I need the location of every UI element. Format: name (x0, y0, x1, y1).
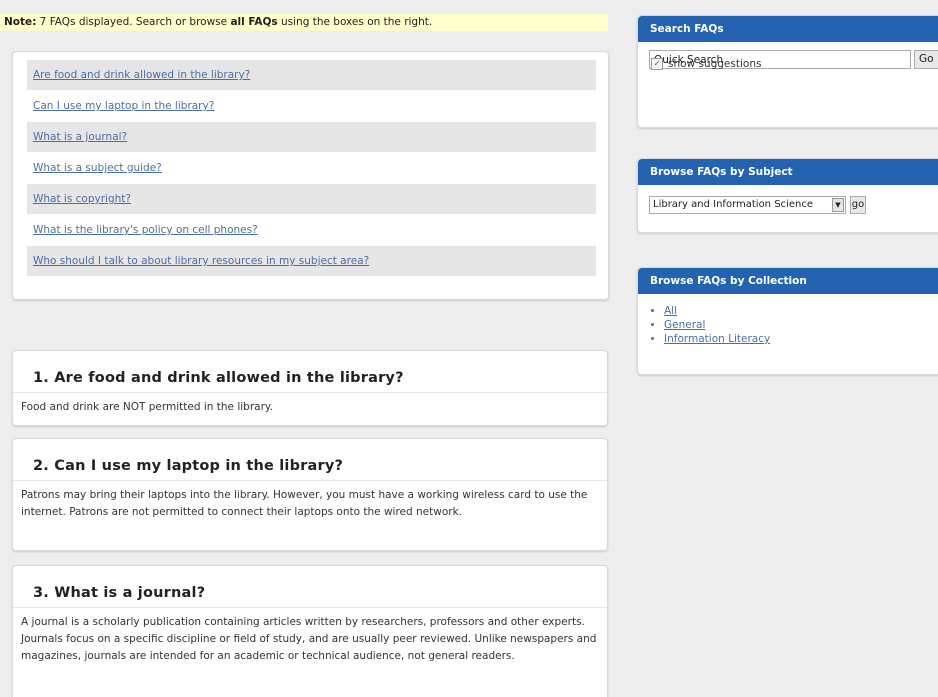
note-label: Note: (4, 16, 37, 28)
list-item: General (664, 318, 938, 332)
list-item: Are food and drink allowed in the librar… (27, 60, 596, 91)
box-header: Search FAQs (638, 16, 938, 42)
box-header: Browse FAQs by Collection (638, 268, 938, 294)
list-item: What is a journal? (27, 122, 596, 153)
checkbox-icon[interactable]: ✓ (651, 58, 663, 70)
faq-link[interactable]: What is a journal? (33, 131, 127, 143)
answer-card: 3. What is a journal? A journal is a sch… (12, 565, 608, 697)
collection-link[interactable]: General (664, 319, 705, 331)
answer-body: Food and drink are NOT permitted in the … (21, 401, 273, 413)
search-faqs-box: Search FAQs Go ✓ show suggestions (637, 15, 938, 128)
collection-link[interactable]: Information Literacy (664, 333, 770, 345)
faq-link[interactable]: Are food and drink allowed in the librar… (33, 69, 250, 81)
box-header: Browse FAQs by Subject (638, 159, 938, 185)
note-text: 7 FAQs displayed. Search or browse (36, 16, 231, 28)
subject-select[interactable]: Library and Information Science ▼ (649, 196, 846, 214)
answer-body: Patrons may bring their laptops into the… (21, 489, 588, 518)
answer-title: 2. Can I use my laptop in the library? (13, 439, 607, 481)
chevron-down-icon[interactable]: ▼ (832, 198, 844, 212)
faq-link[interactable]: Who should I talk to about library resou… (33, 255, 369, 267)
list-item: What is the library's policy on cell pho… (27, 215, 596, 246)
answer-title: 3. What is a journal? (13, 566, 607, 608)
suggestions-label: show suggestions (668, 58, 762, 70)
faq-link-list: Are food and drink allowed in the librar… (12, 51, 609, 300)
list-item: Can I use my laptop in the library? (27, 91, 596, 122)
faq-link[interactable]: What is the library's policy on cell pho… (33, 224, 258, 236)
subject-select-value: Library and Information Science (653, 199, 813, 210)
answer-card: 2. Can I use my laptop in the library? P… (12, 438, 608, 551)
list-item: What is copyright? (27, 184, 596, 215)
list-item: All (664, 304, 938, 318)
browse-collection-box: Browse FAQs by Collection All General In… (637, 267, 938, 375)
note-text-end: using the boxes on the right. (277, 16, 433, 28)
list-item: Information Literacy (664, 332, 938, 346)
answer-card: 1. Are food and drink allowed in the lib… (12, 350, 608, 426)
note-banner: Note: 7 FAQs displayed. Search or browse… (0, 14, 608, 31)
answer-body: A journal is a scholarly publication con… (21, 616, 597, 662)
list-item: Who should I talk to about library resou… (27, 246, 596, 277)
faq-link[interactable]: Can I use my laptop in the library? (33, 100, 214, 112)
subject-go-button[interactable]: go (850, 196, 866, 214)
note-bold: all FAQs (230, 16, 278, 28)
suggestions-toggle[interactable]: ✓ show suggestions (651, 58, 761, 70)
search-go-button[interactable]: Go (914, 50, 938, 69)
browse-subject-box: Browse FAQs by Subject Library and Infor… (637, 158, 938, 233)
faq-link[interactable]: What is copyright? (33, 193, 131, 205)
answer-title: 1. Are food and drink allowed in the lib… (13, 351, 607, 393)
list-item: What is a subject guide? (27, 153, 596, 184)
faq-link[interactable]: What is a subject guide? (33, 162, 162, 174)
collection-link[interactable]: All (664, 305, 677, 317)
